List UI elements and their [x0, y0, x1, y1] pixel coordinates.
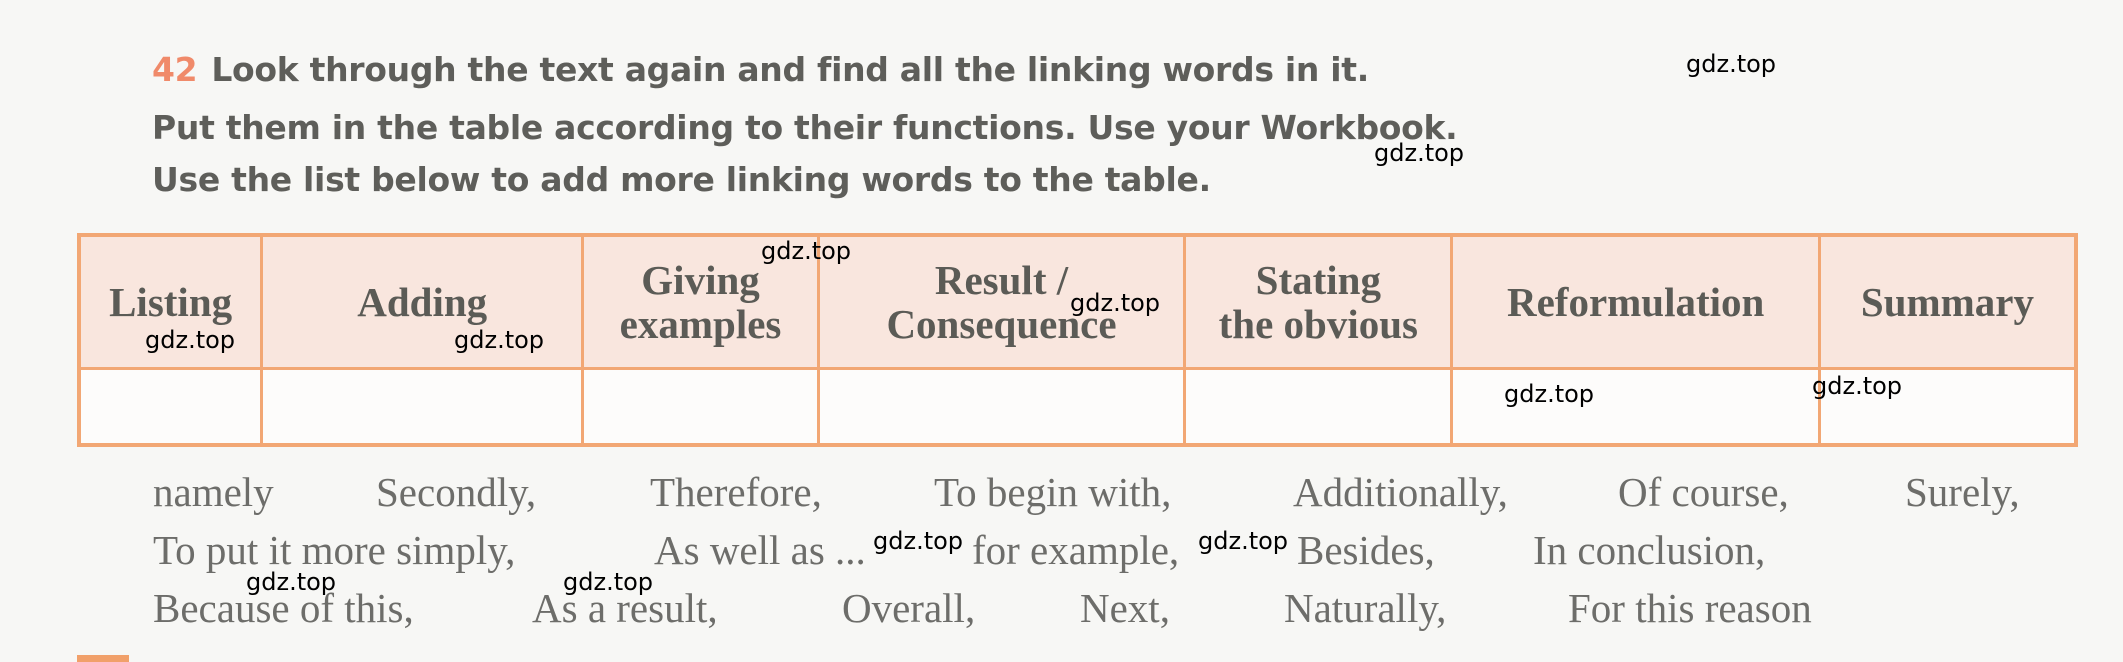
linking-word: Overall,	[842, 585, 976, 631]
table-cell[interactable]	[581, 367, 820, 447]
linking-words-table: Listing Adding Giving examples Result / Conse…	[77, 233, 2078, 447]
linking-word: In conclusion,	[1533, 527, 1766, 573]
linking-word: Surely,	[1905, 469, 2020, 515]
watermark: gdz.top	[454, 326, 545, 354]
table-cell[interactable]	[1183, 367, 1454, 447]
table-cell[interactable]	[816, 367, 1187, 447]
column-header-line: Reformulation	[1506, 279, 1765, 325]
linking-word: Besides,	[1297, 527, 1435, 573]
linking-word: As well as ...	[654, 527, 866, 573]
instruction-line-1: 42 Look through the text again and find a…	[152, 50, 1369, 89]
linking-word: namely	[153, 469, 274, 515]
watermark: gdz.top	[1686, 50, 1777, 78]
column-header-line: the obvious	[1218, 301, 1418, 347]
linking-word: Naturally,	[1284, 585, 1447, 631]
linking-word: To begin with,	[934, 469, 1172, 515]
watermark: gdz.top	[1374, 139, 1465, 167]
watermark: gdz.top	[761, 237, 852, 265]
linking-word: Of course,	[1618, 469, 1789, 515]
watermark: gdz.top	[145, 326, 236, 354]
column-header-line: Listing	[109, 279, 233, 325]
table-cell[interactable]	[260, 367, 585, 447]
table-cell[interactable]	[77, 367, 264, 447]
watermark: gdz.top	[246, 568, 337, 596]
watermark: gdz.top	[1504, 380, 1595, 408]
column-header-line: Summary	[1860, 279, 2034, 325]
instruction-line-3: Use the list below to add more linking w…	[152, 160, 1211, 199]
linking-word: For this reason	[1568, 585, 1812, 631]
column-header-line: Adding	[357, 279, 488, 325]
page-corner-mark	[77, 655, 129, 662]
linking-word: Secondly,	[376, 469, 537, 515]
linking-word: Additionally,	[1293, 469, 1508, 515]
column-header: Stating the obvious	[1183, 233, 1454, 370]
watermark: gdz.top	[1070, 289, 1161, 317]
linking-word: Therefore,	[650, 469, 822, 515]
column-header-line: Stating	[1255, 257, 1381, 303]
watermark: gdz.top	[1198, 527, 1289, 555]
column-header: Reformulation	[1450, 233, 1821, 370]
column-header: Summary	[1817, 233, 2078, 370]
linking-word: for example,	[972, 527, 1180, 573]
column-header-line: examples	[619, 301, 782, 347]
linking-word: Next,	[1080, 585, 1170, 631]
instruction-line-2: Put them in the table according to their…	[152, 108, 1458, 147]
table-row	[77, 367, 2078, 447]
watermark: gdz.top	[563, 568, 654, 596]
watermark: gdz.top	[873, 527, 964, 555]
watermark: gdz.top	[1812, 372, 1903, 400]
linking-word: To put it more simply,	[153, 527, 516, 573]
instruction-text: Look through the text again and find all…	[211, 50, 1369, 89]
exercise-number: 42	[152, 50, 198, 89]
